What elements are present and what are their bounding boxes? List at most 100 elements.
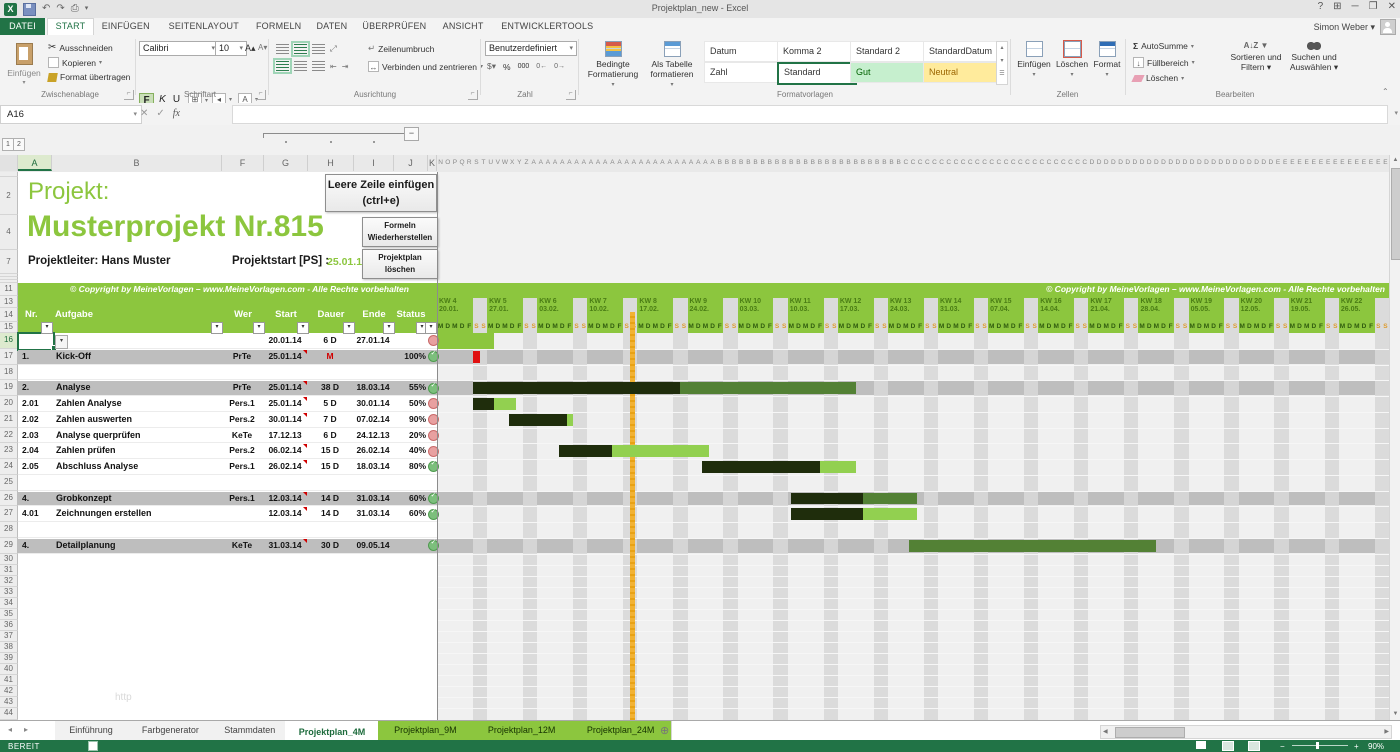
cell-end-row17[interactable] [354,349,392,365]
column-header-EG[interactable]: E [1317,155,1324,171]
column-header-EE[interactable]: E [1303,155,1310,171]
column-header-CU[interactable]: C [1045,155,1052,171]
column-header-DG[interactable]: D [1131,155,1138,171]
find-select-button[interactable]: Suchen und Auswählen ▾ [1288,41,1340,73]
cell-who-row27[interactable] [222,506,262,522]
delete-cells-button[interactable]: Löschen▾ [1056,41,1088,78]
column-header-DB[interactable]: D [1096,155,1103,171]
cell-task-row20[interactable]: Zahlen Analyse [52,396,224,412]
column-header-DV[interactable]: D [1239,155,1246,171]
column-header-B[interactable]: B [52,155,222,171]
cell-style-zahl[interactable]: Zahl [704,62,782,83]
cell-task-row27[interactable]: Zeichnungen erstellen [52,506,224,522]
column-header-Z[interactable]: Z [523,155,530,171]
cell-who-row17[interactable]: PrTe [222,349,262,365]
row-header-40[interactable]: 40 [0,664,18,675]
row-header-4[interactable]: 4 [0,215,18,250]
cut-button[interactable]: ✂Ausschneiden [48,42,113,53]
column-header-BX[interactable]: B [881,155,888,171]
conditional-formatting-button[interactable]: Bedingte Formatierung▾ [585,41,641,88]
column-header-P[interactable]: P [451,155,458,171]
scroll-up-icon[interactable]: ▲ [1390,155,1400,166]
sheet-nav-left-icon[interactable]: ◂ [8,725,12,734]
increase-indent-icon[interactable]: ⇥ [342,62,349,71]
filter-dropdown-button[interactable]: ▾ [425,322,437,334]
cell-percent-row17[interactable]: 100% [394,349,426,365]
cell-start-row27[interactable]: 12.03.14 [264,506,306,522]
column-header-BD[interactable]: B [738,155,745,171]
name-box[interactable]: A16▾ [0,105,142,124]
sheet-tab-projektplan_24m[interactable]: Projektplan_24M [571,721,672,740]
wrap-text-button[interactable]: ↵Zeilenumbruch [368,43,434,54]
column-header-W[interactable]: W [501,155,508,171]
decrease-indent-icon[interactable]: ⇤ [330,62,337,71]
cell-nr-row26[interactable]: 4. [18,491,54,507]
align-middle-icon[interactable] [294,44,307,54]
paste-button[interactable]: Einfügen ▾ [6,43,42,86]
row-header-7[interactable]: 7 [0,250,18,274]
clear-button[interactable]: Löschen▾ [1133,73,1184,83]
cell-duration-row17[interactable]: M [308,349,352,365]
column-header-DP[interactable]: D [1196,155,1203,171]
column-header-DF[interactable]: D [1124,155,1131,171]
cell-style-standarddatum[interactable]: StandardDatum [923,41,1001,62]
column-header-AF[interactable]: A [566,155,573,171]
sort-filter-button[interactable]: A↓Z ▼ Sortieren und Filtern ▾ [1228,41,1284,73]
vertical-scrollbar[interactable]: ▲ ▼ [1389,155,1400,720]
restore-formulas-button[interactable]: Formeln Wiederherstellen [362,217,438,247]
row-header-11[interactable]: 11 [0,283,18,296]
cell-start-row20[interactable]: 25.01.14 [264,396,306,412]
cell-start-row19[interactable]: 25.01.14 [264,380,306,396]
column-header-CZ[interactable]: C [1081,155,1088,171]
column-header-H[interactable]: H [308,155,354,171]
column-header-AV[interactable]: A [680,155,687,171]
cell-nr-row19[interactable]: 2. [18,380,54,396]
cell-who-row26[interactable]: Pers.1 [222,491,262,507]
column-header-Q[interactable]: Q [458,155,465,171]
orientation-icon[interactable]: ⤢ [330,43,337,54]
cell-end-row21[interactable]: 07.02.14 [354,412,392,428]
cell-duration-row29[interactable]: 30 D [308,538,352,554]
column-header-BB[interactable]: B [723,155,730,171]
column-header-AC[interactable]: A [544,155,551,171]
column-header-BH[interactable]: B [766,155,773,171]
cell-who-row19[interactable]: PrTe [222,380,262,396]
column-header-BG[interactable]: B [759,155,766,171]
ribbon-tab-überprüfen[interactable]: ÜBERPRÜFEN [356,18,432,35]
column-header-AI[interactable]: A [587,155,594,171]
number-format-select[interactable]: Benutzerdefiniert▾ [485,41,577,56]
cell-who-row23[interactable]: Pers.2 [222,443,262,459]
column-header-DU[interactable]: D [1232,155,1239,171]
column-header-BC[interactable]: B [730,155,737,171]
column-header-BA[interactable]: B [716,155,723,171]
cell-style-komma-2[interactable]: Komma 2 [777,41,855,62]
formula-bar-expand-icon[interactable]: ▾ [1394,109,1398,117]
column-header-BY[interactable]: B [888,155,895,171]
row-header-14[interactable]: 14 [0,308,18,322]
column-header-F[interactable]: F [222,155,264,171]
column-header-O[interactable]: O [444,155,451,171]
column-header-AO[interactable]: A [630,155,637,171]
cell-nr-row22[interactable]: 2.03 [18,428,54,444]
cell-start-row24[interactable]: 26.02.14 [264,459,306,475]
clear-plan-button[interactable]: Projektplan löschen [362,249,438,279]
column-header-CX[interactable]: C [1067,155,1074,171]
column-header-AG[interactable]: A [573,155,580,171]
cell-task-row23[interactable]: Zahlen prüfen [52,443,224,459]
cell-task-row24[interactable]: Abschluss Analyse [52,459,224,475]
column-header-BZ[interactable]: B [895,155,902,171]
ribbon-options-icon[interactable]: ⊞ [1333,1,1341,12]
ribbon-tab-datei[interactable]: DATEI [0,18,45,35]
cell-end-row27[interactable]: 31.03.14 [354,506,392,522]
column-header-BK[interactable]: B [788,155,795,171]
column-header-BR[interactable]: B [838,155,845,171]
column-header-CH[interactable]: C [952,155,959,171]
sheet-tab-stammdaten[interactable]: Stammdaten [214,721,287,740]
column-header-A[interactable]: A [18,155,52,171]
zoom-out-icon[interactable]: − [1280,742,1285,751]
column-header-EA[interactable]: E [1274,155,1281,171]
cell-duration-row19[interactable]: 38 D [308,380,352,396]
column-header-AS[interactable]: A [659,155,666,171]
column-header-AJ[interactable]: A [594,155,601,171]
column-header-AZ[interactable]: A [709,155,716,171]
